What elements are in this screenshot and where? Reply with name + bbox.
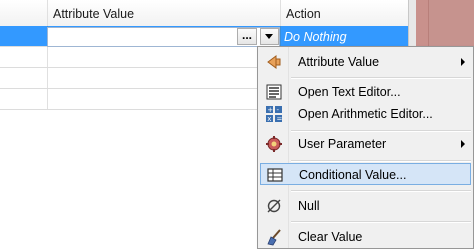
value-context-menu: Attribute Value Open Text Editor... + - … bbox=[257, 46, 474, 249]
conditional-value-icon bbox=[267, 168, 283, 182]
menu-separator bbox=[291, 221, 471, 223]
menu-separator bbox=[291, 77, 471, 79]
arithmetic-editor-icon: + - x = bbox=[266, 106, 283, 123]
menu-item-label: User Parameter bbox=[298, 137, 387, 151]
menu-item-open-text-editor[interactable]: Open Text Editor... bbox=[260, 81, 471, 103]
name-cell[interactable] bbox=[0, 89, 48, 109]
name-cell[interactable] bbox=[0, 47, 48, 67]
menu-item-label: Attribute Value bbox=[298, 55, 380, 69]
menu-item-user-parameter[interactable]: User Parameter bbox=[260, 133, 471, 155]
null-icon bbox=[267, 199, 281, 213]
clear-value-icon bbox=[267, 229, 281, 246]
column-header-name[interactable] bbox=[0, 0, 48, 26]
menu-item-null[interactable]: Null bbox=[260, 195, 471, 217]
attribute-value-cell[interactable] bbox=[48, 47, 281, 67]
menu-item-open-arithmetic-editor[interactable]: + - x = Open Arithmetic Editor... bbox=[260, 103, 471, 125]
grid-header: Attribute Value Action bbox=[0, 0, 408, 27]
submenu-arrow-icon bbox=[461, 140, 465, 148]
menu-item-label: Open Arithmetic Editor... bbox=[298, 107, 433, 121]
browse-button[interactable]: ... bbox=[237, 28, 257, 45]
text-editor-icon bbox=[266, 84, 282, 100]
attribute-value-cell[interactable] bbox=[48, 89, 281, 109]
svg-text:+: + bbox=[267, 106, 273, 114]
menu-separator bbox=[291, 160, 471, 162]
name-cell[interactable] bbox=[0, 68, 48, 88]
menu-item-label: Clear Value bbox=[298, 230, 363, 244]
menu-item-attribute-value[interactable]: Attribute Value bbox=[260, 51, 471, 73]
column-header-action[interactable]: Action bbox=[281, 0, 408, 26]
attribute-value-cell[interactable] bbox=[48, 68, 281, 88]
user-parameter-icon bbox=[266, 136, 282, 152]
submenu-arrow-icon bbox=[461, 58, 465, 66]
menu-item-label: Null bbox=[298, 199, 320, 213]
chevron-down-icon bbox=[265, 34, 273, 39]
menu-item-label: Conditional Value... bbox=[299, 168, 407, 182]
menu-item-conditional-value[interactable]: Conditional Value... bbox=[260, 163, 471, 185]
action-value[interactable]: Do Nothing bbox=[284, 27, 347, 47]
menu-separator bbox=[291, 130, 471, 132]
menu-item-clear-value[interactable]: Clear Value bbox=[260, 226, 471, 248]
value-dropdown-button[interactable] bbox=[260, 28, 279, 45]
menu-item-label: Open Text Editor... bbox=[298, 85, 401, 99]
name-cell[interactable] bbox=[0, 26, 48, 46]
svg-text:x: x bbox=[267, 115, 271, 123]
svg-text:=: = bbox=[277, 115, 283, 123]
column-header-attribute-value[interactable]: Attribute Value bbox=[48, 0, 281, 26]
attribute-value-icon bbox=[267, 55, 281, 69]
menu-separator bbox=[291, 190, 471, 192]
